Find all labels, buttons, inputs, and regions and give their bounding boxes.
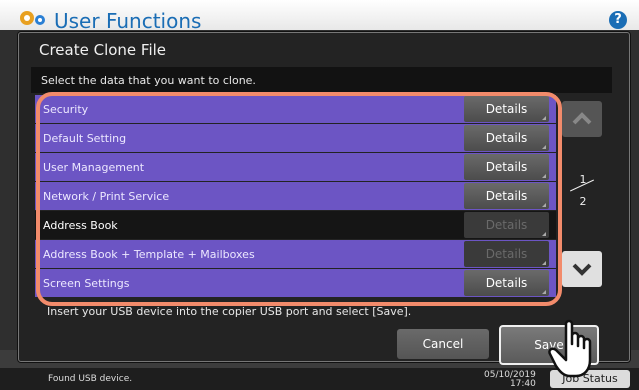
details-button[interactable]: Details	[464, 125, 549, 151]
details-label: Details	[485, 218, 528, 232]
list-item-user-management[interactable]: User Management Details	[35, 153, 556, 181]
date-time: 05/10/2019 17:40	[484, 371, 536, 389]
details-button[interactable]: Details	[464, 154, 549, 180]
details-button: Details	[464, 212, 549, 238]
list-item-label: Default Setting	[43, 132, 127, 145]
page-total: 2	[579, 195, 587, 208]
cancel-button[interactable]: Cancel	[397, 329, 489, 359]
corner-arrow-icon	[542, 286, 546, 294]
corner-arrow-icon	[542, 228, 546, 236]
list-item-label: Security	[43, 103, 89, 116]
chevron-down-icon	[572, 263, 592, 276]
usb-message: Insert your USB device into the copier U…	[47, 305, 412, 318]
details-label: Details	[485, 131, 528, 145]
time: 17:40	[509, 379, 536, 389]
status-footer: Found USB device. 05/10/2019 17:40 Job S…	[0, 368, 639, 390]
list-item-label: Address Book + Template + Mailboxes	[43, 248, 255, 261]
list-item-security[interactable]: Security Details	[35, 95, 556, 123]
list-item-network-print-service[interactable]: Network / Print Service Details	[35, 182, 556, 210]
page-up-button[interactable]	[562, 101, 602, 137]
app-title: User Functions	[54, 9, 202, 33]
dialog-title: Create Clone File	[39, 41, 167, 59]
list-item-label: User Management	[43, 161, 145, 174]
details-label: Details	[485, 102, 528, 116]
details-button: Details	[464, 241, 549, 267]
details-button[interactable]: Details	[464, 96, 549, 122]
list-item-label: Address Book	[43, 219, 118, 232]
page-down-button[interactable]	[562, 251, 602, 287]
instruction-bar: Select the data that you want to clone.	[31, 67, 612, 93]
corner-arrow-icon	[542, 141, 546, 149]
details-label: Details	[485, 247, 528, 261]
chevron-up-icon	[572, 112, 592, 125]
details-label: Details	[485, 276, 528, 290]
corner-arrow-icon	[542, 170, 546, 178]
corner-arrow-icon	[542, 199, 546, 207]
corner-arrow-icon	[542, 257, 546, 265]
app-header: User Functions ?	[0, 0, 639, 33]
instruction-text: Select the data that you want to clone.	[41, 74, 256, 87]
help-button[interactable]: ?	[609, 11, 627, 29]
details-label: Details	[485, 160, 528, 174]
list-item-default-setting[interactable]: Default Setting Details	[35, 124, 556, 152]
clone-data-list: Security Details Default Setting Details…	[35, 95, 556, 305]
list-item-screen-settings[interactable]: Screen Settings Details	[35, 269, 556, 297]
list-item-label: Screen Settings	[43, 277, 130, 290]
status-message: Found USB device.	[48, 374, 133, 384]
list-item-address-book[interactable]: Address Book Details	[35, 211, 556, 239]
hand-pointer-icon	[548, 319, 592, 378]
create-clone-dialog: Create Clone File Select the data that y…	[18, 32, 630, 365]
list-item-label: Network / Print Service	[43, 190, 170, 203]
gear-icon	[20, 11, 45, 25]
list-item-address-book-template-mailboxes[interactable]: Address Book + Template + Mailboxes Deta…	[35, 240, 556, 268]
details-label: Details	[485, 189, 528, 203]
details-button[interactable]: Details	[464, 270, 549, 296]
details-button[interactable]: Details	[464, 183, 549, 209]
corner-arrow-icon	[542, 112, 546, 120]
